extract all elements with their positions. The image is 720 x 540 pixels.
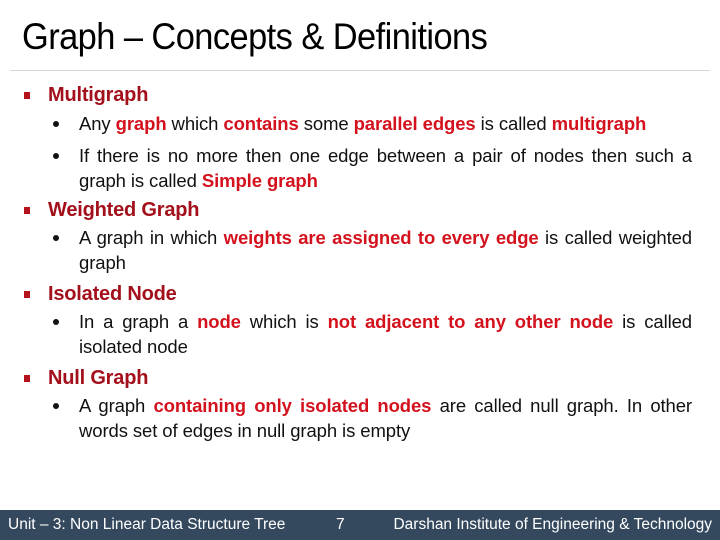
square-bullet-icon	[24, 207, 30, 214]
body-text: which is	[240, 311, 328, 332]
section-heading-text: Isolated Node	[48, 283, 177, 305]
bullet-item: A graph in which weights are assigned to…	[0, 225, 720, 275]
body-text: A graph in which	[79, 227, 224, 248]
highlighted-term: node	[197, 311, 241, 332]
bullet-text: Any graph which contains some parallel e…	[79, 113, 646, 134]
section-heading: Multigraph	[0, 80, 720, 110]
slide-content: Multigraph Any graph which contains some…	[0, 80, 720, 443]
dot-bullet-icon	[53, 319, 59, 325]
body-text: If there is no more then one edge betwee…	[79, 145, 692, 191]
square-bullet-icon	[24, 291, 30, 298]
body-text: which	[166, 113, 224, 134]
bullet-text: If there is no more then one edge betwee…	[79, 145, 692, 191]
section-heading-text: Weighted Graph	[48, 199, 200, 221]
section-heading-text: Null Graph	[48, 367, 149, 389]
section-heading: Null Graph	[0, 363, 720, 393]
bullet-item: Any graph which contains some parallel e…	[0, 111, 720, 136]
body-text: Any	[79, 113, 116, 134]
dot-bullet-icon	[53, 153, 59, 159]
dot-bullet-icon	[53, 235, 59, 241]
body-text: In a graph a	[79, 311, 198, 332]
body-text: some	[298, 113, 354, 134]
highlighted-term: graph	[115, 113, 167, 134]
section-heading-text: Multigraph	[48, 84, 149, 106]
bullet-item: If there is no more then one edge betwee…	[0, 143, 720, 193]
square-bullet-icon	[24, 375, 30, 382]
body-text: is called	[475, 113, 552, 134]
dot-bullet-icon	[53, 403, 59, 409]
dot-bullet-icon	[53, 121, 59, 127]
highlighted-term: contains	[223, 113, 299, 134]
footer-page-number: 7	[336, 516, 345, 533]
section-heading: Isolated Node	[0, 279, 720, 309]
bullet-item: A graph containing only isolated nodes a…	[0, 393, 720, 443]
square-bullet-icon	[24, 92, 30, 99]
highlighted-term: not adjacent to any other node	[327, 311, 614, 332]
highlighted-term: multigraph	[551, 113, 647, 134]
slide-title: Graph – Concepts & Definitions	[22, 16, 488, 57]
bullet-text: A graph containing only isolated nodes a…	[79, 395, 692, 441]
highlighted-term: weights are assigned to every edge	[223, 227, 539, 248]
section-weighted-graph: Weighted Graph A graph in which weights …	[0, 195, 720, 275]
bullet-item: In a graph a node which is not adjacent …	[0, 309, 720, 359]
footer-institute-name: Darshan Institute of Engineering & Techn…	[393, 516, 712, 533]
section-heading: Weighted Graph	[0, 195, 720, 225]
section-multigraph: Multigraph Any graph which contains some…	[0, 80, 720, 193]
highlighted-term: containing only isolated nodes	[153, 395, 432, 416]
section-null-graph: Null Graph A graph containing only isola…	[0, 363, 720, 443]
highlighted-term: parallel edges	[353, 113, 476, 134]
body-text: A graph	[79, 395, 154, 416]
title-divider	[10, 70, 710, 71]
bullet-text: A graph in which weights are assigned to…	[79, 227, 692, 273]
highlighted-term: Simple graph	[201, 170, 318, 191]
bullet-text: In a graph a node which is not adjacent …	[79, 311, 692, 357]
slide-footer: Unit – 3: Non Linear Data Structure Tree…	[0, 510, 720, 540]
footer-unit-label: Unit – 3: Non Linear Data Structure Tree	[8, 516, 286, 533]
section-isolated-node: Isolated Node In a graph a node which is…	[0, 279, 720, 359]
